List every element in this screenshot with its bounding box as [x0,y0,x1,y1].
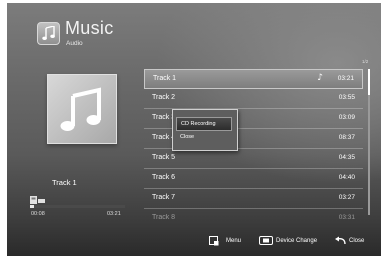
track-name: Track 1 [153,75,177,82]
page-indicator: 1/2 [362,59,369,64]
track-name: Track 8 [152,214,176,221]
context-menu: CD Recording Close [172,109,238,151]
device-change-hint[interactable]: Device Change [276,238,317,244]
menu-item-cd-recording[interactable]: CD Recording [176,117,232,131]
close-hint[interactable]: Close [349,238,364,244]
progress-fill [30,205,34,208]
track-name: Track 6 [152,174,176,181]
track-duration: 03:09 [338,114,355,121]
info-button-icon [259,236,273,245]
track-duration: 04:40 [338,174,355,181]
menu-item-close[interactable]: Close [176,131,232,145]
track-duration: 03:21 [337,75,354,82]
elapsed-time: 00:08 [31,211,45,217]
back-arrow-icon [335,236,346,245]
music-folder-icon [37,22,60,45]
menu-button-icon [209,236,219,246]
track-row[interactable]: Track 6 04:40 [144,169,363,189]
menu-hint[interactable]: Menu [226,238,241,244]
track-duration: 03:27 [338,194,355,201]
scrollbar[interactable] [368,69,370,215]
menu-item-label: Close [180,134,195,140]
track-row[interactable]: Track 8 03:31 [144,209,363,222]
music-player-screen: Music Audio Track 1 00:08 03:21 1/2 Trac… [7,3,381,256]
track-duration: 04:35 [338,154,355,161]
total-time: 03:21 [107,211,121,217]
progress-bar[interactable] [30,205,125,208]
track-duration: 08:37 [338,134,355,141]
now-playing-icon: ♪ [317,73,323,83]
track-name: Track 5 [152,154,176,161]
track-name: Track 7 [152,194,176,201]
repeat-mode-icon [30,190,46,204]
album-art [47,74,117,144]
track-duration: 03:55 [338,94,355,101]
track-name: Track 2 [152,94,176,101]
page-subtitle: Audio [66,40,83,47]
track-duration: 03:31 [338,214,355,221]
menu-item-label: CD Recording [181,121,216,127]
music-note-icon [60,87,101,131]
track-row[interactable]: Track 1 ♪ 03:21 [144,69,363,89]
track-row[interactable]: Track 5 04:35 [144,149,363,169]
scrollbar-thumb[interactable] [368,69,370,95]
track-row[interactable]: Track 2 03:55 [144,89,363,109]
now-playing-title: Track 1 [52,178,77,187]
page-title: Music [65,18,114,38]
track-row[interactable]: Track 7 03:27 [144,189,363,209]
footer-hints: Menu Device Change Close [7,229,381,253]
